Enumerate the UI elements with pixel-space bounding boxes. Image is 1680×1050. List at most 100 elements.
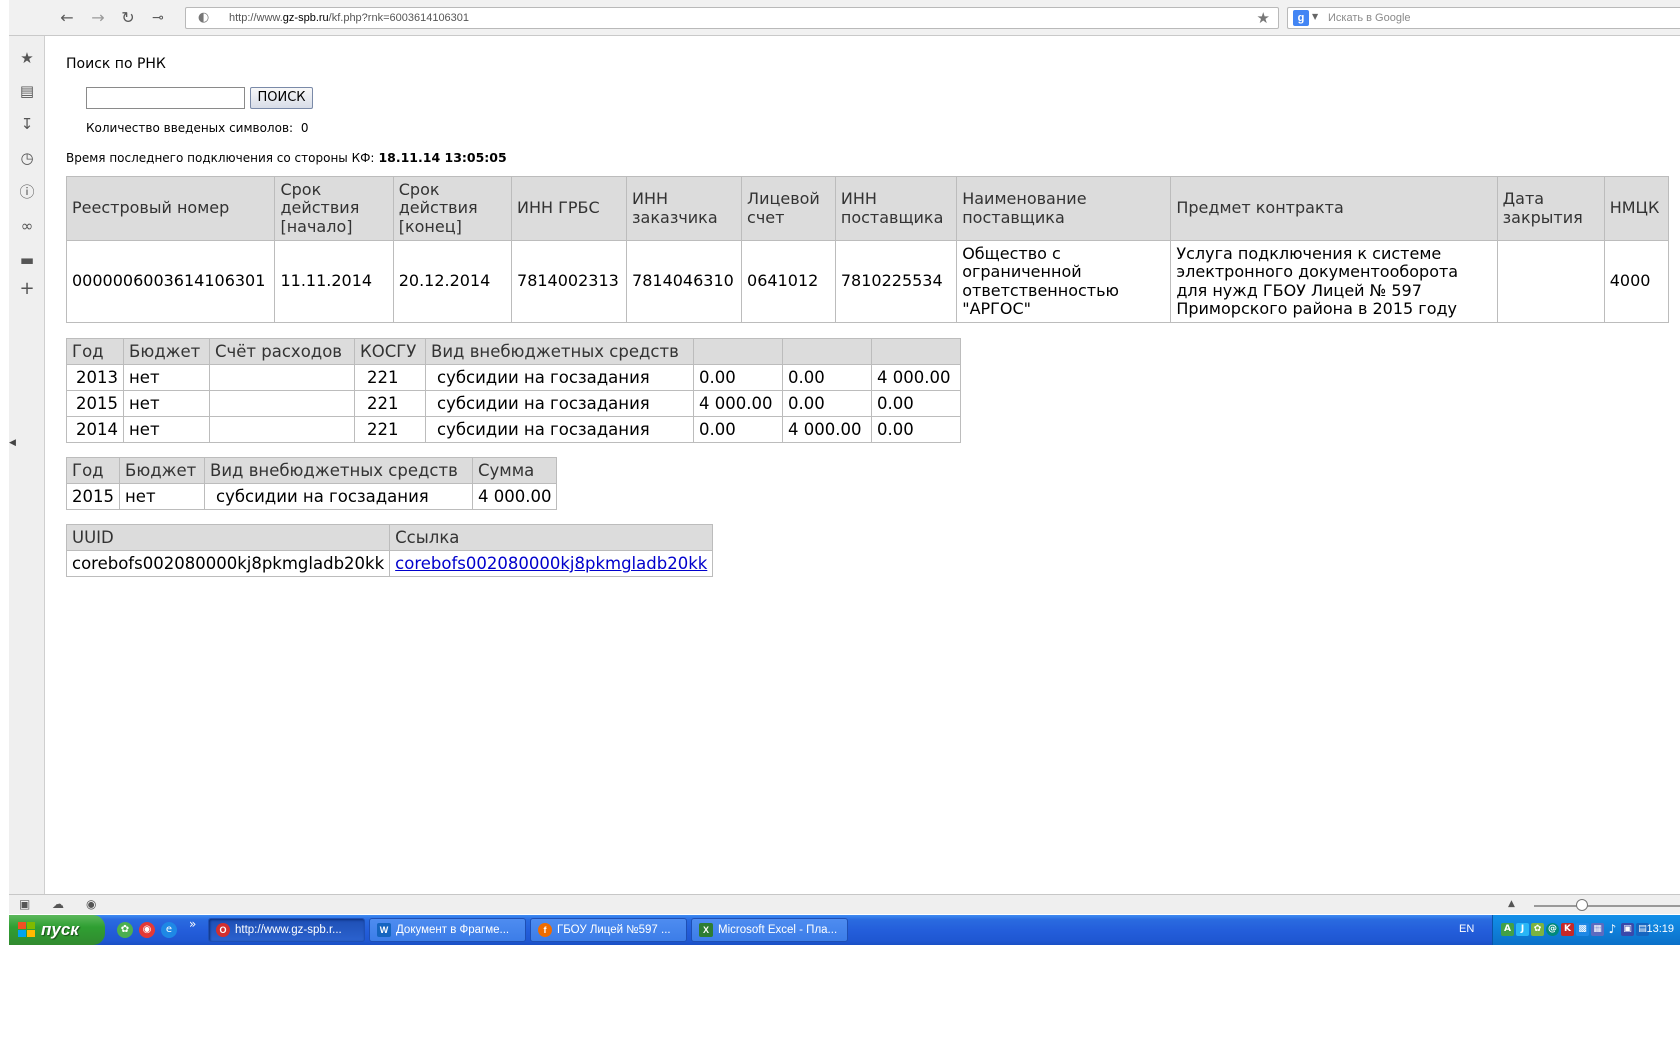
header-cell: ИНН заказчика [626,176,743,241]
header-cell: Срок действия [конец] [392,176,513,241]
table-cell: 4 000.00 [471,483,558,510]
zoom-slider[interactable] [1534,905,1680,907]
table-cell: 221 [354,364,426,391]
tray-app-icon[interactable]: J [1516,923,1529,936]
table-header-row: Год Бюджет Счёт расходов КОСГУ Вид внебю… [66,338,961,365]
network-icon[interactable]: ▩ [1576,923,1589,936]
dropdown-arrow-icon[interactable]: ▼ [1312,12,1318,21]
table-cell: 0641012 [741,240,836,323]
taskbar: пуск ✿ ◉ e » O http://www.gz-spb.r... W … [9,915,1680,945]
speed-dial-icon[interactable]: ◉ [86,897,96,911]
task-word[interactable]: W Документ в Фрагме... [369,918,526,942]
scroll-up-icon[interactable]: ▲ [1508,899,1515,909]
tray-app-icon[interactable]: @ [1546,923,1559,936]
search-button[interactable]: ПОИСК [250,87,313,109]
site-info-icon[interactable]: ◐ [198,10,209,25]
header-cell: Бюджет [119,457,205,484]
table-cell [209,390,355,417]
key-icon[interactable]: ⊸ [146,7,170,29]
ie-icon[interactable]: e [161,922,177,938]
volume-icon[interactable]: ♪ [1606,923,1619,936]
download-icon[interactable]: ↧ [18,115,36,133]
table-cell: 20.12.2014 [392,240,513,323]
task-firefox[interactable]: f ГБОУ Лицей №597 ... [530,918,687,942]
panel-icon[interactable]: ▬ [18,251,36,269]
table-cell: 0.00 [693,416,783,443]
page-title: Поиск по РНК [66,56,166,72]
info-icon[interactable]: ⓘ [18,183,36,201]
table-row: 2014 нет 221 субсидии на госзадания 0.00… [66,416,961,443]
task-opera[interactable]: O http://www.gz-spb.r... [208,918,365,942]
uuid-table: UUID Ссылка corebofs002080000kj8pkmgladb… [65,524,714,577]
notes-icon[interactable]: ▤ [18,82,36,100]
last-connection-label: Время последнего подключения со стороны … [66,151,375,165]
table-row: 0000006003614106301 11.11.2014 20.12.201… [65,240,1670,323]
add-icon[interactable]: + [18,280,36,298]
uuid-link[interactable]: corebofs002080000kj8pkmgladb20kk [395,554,707,573]
tray-app-icon[interactable]: A [1501,923,1514,936]
chrome-icon[interactable]: ◉ [139,922,155,938]
quicklaunch-chevron-icon[interactable]: » [189,917,196,931]
header-cell: НМЦК [1603,176,1670,241]
system-tray: A J ✿ @ K ▩ ▦ ♪ ▣ ▤ 13:19 [1492,915,1680,945]
collapse-arrow-icon[interactable]: ◀ [9,438,16,448]
star-icon[interactable]: ★ [18,49,36,67]
header-cell: Вид внебюджетных средств [425,338,694,365]
start-button[interactable]: пуск [9,915,105,945]
table-cell: субсидии на госзадания [425,364,694,391]
task-label: ГБОУ Лицей №597 ... [557,924,671,936]
table-cell [209,364,355,391]
table-cell: 4000 [1603,240,1670,323]
browser-toolbar: ← → ↻ ⊸ ◐ http://www.gz-spb.ru/kf.php?rn… [9,0,1680,36]
table-cell [209,416,355,443]
table-cell [1496,240,1605,323]
header-cell [782,338,872,365]
history-icon[interactable]: ◷ [18,149,36,167]
table-cell: субсидии на госзадания [204,483,473,510]
kaspersky-icon[interactable]: K [1561,923,1574,936]
task-excel[interactable]: X Microsoft Excel - Пла... [691,918,848,942]
table-cell: 11.11.2014 [274,240,394,323]
page-content: Поиск по РНК ПОИСК Количество введеных с… [46,37,1680,893]
google-icon[interactable]: g [1293,10,1309,26]
tray-app-icon[interactable]: ▦ [1591,923,1604,936]
link-icon[interactable]: ∞ [18,217,36,235]
zoom-slider-handle[interactable] [1576,899,1588,911]
excel-icon: X [699,923,713,937]
url-text[interactable]: http://www.gz-spb.ru/kf.php?rnk=60036141… [229,12,469,24]
address-bar[interactable]: ◐ http://www.gz-spb.ru/kf.php?rnk=600361… [185,7,1279,29]
uuid-cell: corebofs002080000kj8pkmgladb20kk [65,550,391,577]
bookmark-star-icon[interactable]: ★ [1257,9,1270,27]
header-cell: Бюджет [123,338,210,365]
char-count-value: 0 [300,121,309,135]
table-cell: 2015 [66,483,120,510]
panel-toggle-icon[interactable]: ▣ [19,897,30,911]
last-connection: Время последнего подключения со стороны … [66,150,507,165]
table-cell: 221 [354,390,426,417]
language-indicator[interactable]: EN [1459,923,1474,935]
table-row: 2013 нет 221 субсидии на госзадания 0.00… [66,364,961,391]
search-bar[interactable]: g ▼ Искать в Google [1287,7,1680,29]
char-count: Количество введеных символов: 0 [86,121,309,135]
table-cell: нет [123,364,210,391]
finance-table: Год Бюджет Счёт расходов КОСГУ Вид внебю… [66,338,961,443]
table-header-row: Год Бюджет Вид внебюджетных средств Сумм… [66,457,558,484]
reload-icon[interactable]: ↻ [116,7,140,29]
back-icon[interactable]: ← [55,7,79,29]
table-cell: 4 000.00 [871,364,961,391]
search-placeholder[interactable]: Искать в Google [1328,12,1411,24]
tray-app-icon[interactable]: ▣ [1621,923,1634,936]
table-cell: 0.00 [782,364,872,391]
tray-app-icon[interactable]: ✿ [1531,923,1544,936]
forward-icon[interactable]: → [86,7,110,29]
rnk-search-input[interactable] [86,87,245,109]
quicklaunch-app-icon[interactable]: ✿ [117,922,133,938]
link-cell: corebofs002080000kj8pkmgladb20kk [389,550,714,577]
header-cell: Наименование поставщика [956,176,1172,241]
header-cell: Ссылка [389,524,714,551]
cloud-icon[interactable]: ☁ [52,897,64,911]
opera-icon: O [216,923,230,937]
header-cell: Счёт расходов [209,338,355,365]
table-header-row: UUID Ссылка [65,524,714,551]
contract-table: Реестровый номер Срок действия [начало] … [65,176,1670,323]
